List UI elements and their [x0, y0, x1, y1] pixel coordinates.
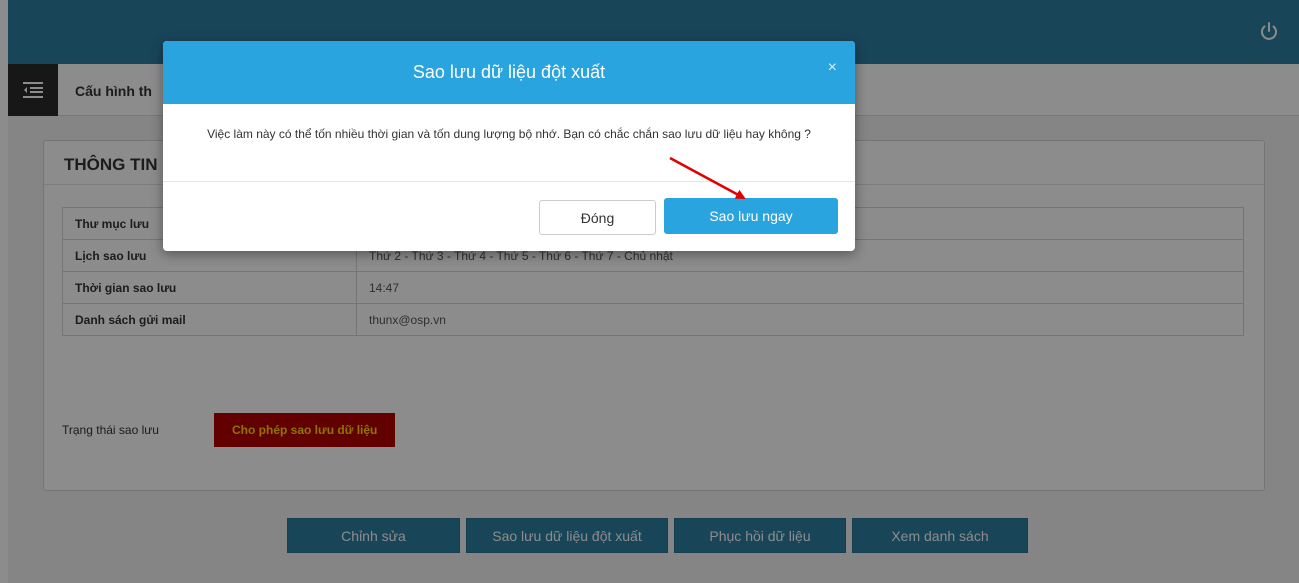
confirm-backup-button[interactable]: Sao lưu ngay	[664, 198, 838, 234]
dialog-header: Sao lưu dữ liệu đột xuất ×	[163, 41, 855, 104]
dialog-message: Việc làm này có thể tốn nhiều thời gian …	[163, 104, 855, 182]
close-icon[interactable]: ×	[828, 59, 837, 77]
dialog-title: Sao lưu dữ liệu đột xuất	[412, 62, 606, 82]
backup-confirm-dialog: Sao lưu dữ liệu đột xuất × Việc làm này …	[163, 41, 855, 251]
dialog-footer: Đóng Sao lưu ngay	[163, 182, 855, 251]
cancel-button[interactable]: Đóng	[539, 200, 656, 235]
